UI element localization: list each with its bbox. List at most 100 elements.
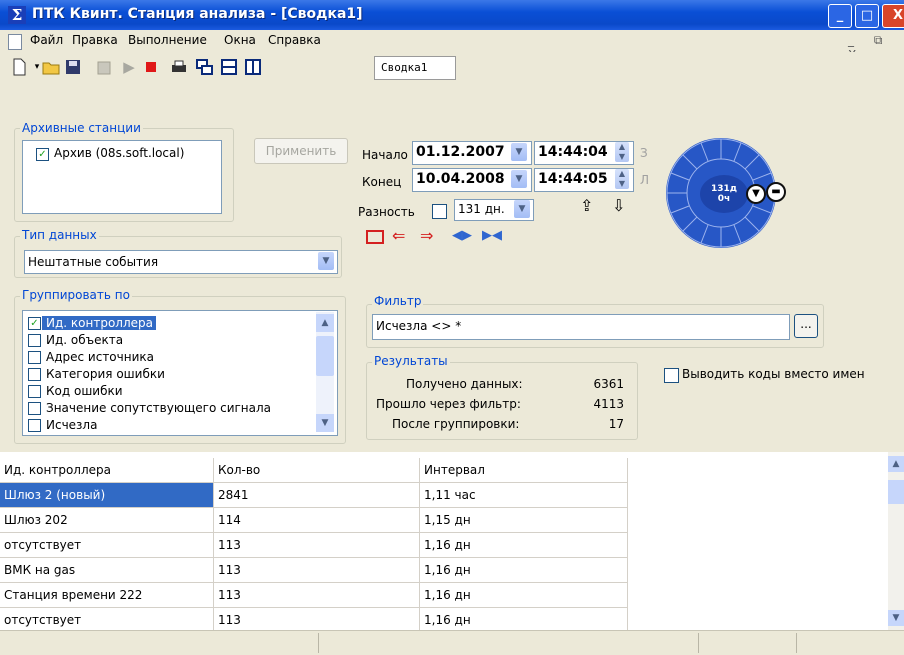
print-icon[interactable] — [170, 58, 188, 76]
table-scroll-thumb[interactable] — [888, 480, 904, 504]
collapse-range-icon[interactable]: ▶◀ — [482, 228, 502, 243]
menu-file[interactable]: Файл — [30, 33, 63, 47]
results-grouped-value: 17 — [608, 417, 624, 431]
menu-run[interactable]: Выполнение — [128, 33, 207, 47]
header-controller[interactable]: Ид. контроллера — [0, 458, 214, 482]
scroll-up-icon[interactable]: ▲ — [316, 314, 334, 332]
codes-option-label[interactable]: Выводить коды вместо имен — [682, 367, 865, 381]
header-interval[interactable]: Интервал — [420, 458, 628, 482]
table-cell[interactable]: 113 — [214, 583, 420, 607]
header-count[interactable]: Кол-во — [214, 458, 420, 482]
expand-range-icon[interactable]: ◀▶ — [452, 228, 472, 243]
table-cell[interactable]: 114 — [214, 508, 420, 532]
shift-right-icon[interactable]: ⇒ — [420, 226, 433, 245]
table-cell[interactable]: Шлюз 2 (новый) — [0, 483, 214, 507]
apply-button[interactable]: Применить — [254, 138, 348, 164]
pin-up-icon[interactable]: ⇪ — [580, 196, 593, 215]
dial-handle-left-icon[interactable]: ▼ — [746, 184, 766, 204]
new-file-icon[interactable] — [10, 58, 28, 76]
status-divider — [318, 633, 319, 653]
diff-dropdown-icon[interactable]: ▼ — [514, 200, 530, 218]
document-tab[interactable]: Сводка1 — [374, 56, 456, 80]
shift-left-icon[interactable]: ⇐ — [392, 226, 405, 245]
group-by-checkbox[interactable] — [28, 334, 41, 347]
group-by-item[interactable]: Адрес источника — [46, 350, 154, 364]
filter-value: Исчезла <> * — [376, 319, 462, 333]
table-cell[interactable]: 1,16 дн — [420, 533, 628, 557]
play-icon[interactable]: ▶ — [120, 58, 138, 76]
group-by-item[interactable]: Значение сопутствующего сигнала — [46, 401, 271, 415]
start-date-dropdown-icon[interactable]: ▼ — [511, 143, 527, 161]
table-scrollbar[interactable] — [888, 452, 904, 630]
range-frame-icon[interactable] — [366, 230, 384, 244]
group-by-checkbox[interactable]: ✓ — [28, 317, 41, 330]
table-cell[interactable]: ВМК на gas — [0, 558, 214, 582]
open-folder-icon[interactable] — [42, 58, 60, 76]
minimize-button[interactable]: _ — [828, 4, 852, 28]
table-cell[interactable]: 1,16 дн — [420, 583, 628, 607]
table-row[interactable]: ВМК на gas 113 1,16 дн — [0, 558, 628, 583]
table-cell[interactable]: 1,11 час — [420, 483, 628, 507]
group-by-checkbox[interactable] — [28, 368, 41, 381]
results-label: Результаты — [372, 354, 450, 368]
group-by-checkbox[interactable] — [28, 385, 41, 398]
group-by-item[interactable]: Код ошибки — [46, 384, 123, 398]
table-row[interactable]: Шлюз 202 114 1,15 дн — [0, 508, 628, 533]
dial-handle-right-icon[interactable]: ▬ — [766, 182, 786, 202]
table-row[interactable]: Станция времени 222 113 1,16 дн — [0, 583, 628, 608]
table-cell[interactable]: отсутствует — [0, 533, 214, 557]
cascade-icon[interactable] — [196, 58, 214, 76]
properties-icon[interactable] — [96, 58, 114, 76]
archive-station-checkbox[interactable]: ✓ — [36, 148, 49, 161]
document-icon[interactable] — [8, 34, 22, 50]
table-cell[interactable]: 1,16 дн — [420, 608, 628, 632]
window-title: ПТК Квинт. Станция анализа - [Сводка1] — [32, 6, 363, 22]
close-button[interactable]: X — [882, 4, 904, 28]
stop-icon[interactable] — [142, 58, 160, 76]
dial-readout: 131д 0ч — [706, 184, 742, 204]
table-cell[interactable]: 1,16 дн — [420, 558, 628, 582]
menu-edit[interactable]: Правка — [72, 33, 118, 47]
app-sigma-icon[interactable]: Σ — [8, 6, 26, 24]
dial-hours: 0ч — [717, 194, 731, 204]
tile-horizontal-icon[interactable] — [220, 58, 238, 76]
group-by-item[interactable]: Исчезла — [46, 418, 97, 432]
menu-help[interactable]: Справка — [268, 33, 321, 47]
start-label: Начало — [362, 148, 408, 162]
group-by-item[interactable]: Ид. контроллера — [46, 316, 153, 330]
table-cell[interactable]: 113 — [214, 558, 420, 582]
pin-down-icon[interactable]: ⇩ — [612, 196, 625, 215]
filter-browse-button[interactable]: ... — [794, 314, 818, 338]
data-type-dropdown-icon[interactable]: ▼ — [318, 252, 334, 270]
table-cell[interactable]: Станция времени 222 — [0, 583, 214, 607]
group-by-scroll-thumb[interactable] — [316, 336, 334, 376]
table-row[interactable]: отсутствует 113 1,16 дн — [0, 533, 628, 558]
maximize-button[interactable]: □ — [855, 4, 879, 28]
save-icon[interactable] — [64, 58, 82, 76]
group-by-item[interactable]: Ид. объекта — [46, 333, 123, 347]
start-time-spinner-icon[interactable]: ▲ ▼ — [615, 142, 629, 162]
table-scroll-down-icon[interactable]: ▼ — [888, 610, 904, 626]
table-cell[interactable]: 2841 — [214, 483, 420, 507]
diff-checkbox[interactable] — [432, 204, 447, 219]
group-by-checkbox[interactable] — [28, 402, 41, 415]
group-by-item[interactable]: Категория ошибки — [46, 367, 165, 381]
table-scroll-up-icon[interactable]: ▲ — [888, 456, 904, 472]
table-cell[interactable]: Шлюз 202 — [0, 508, 214, 532]
codes-checkbox[interactable] — [664, 368, 679, 383]
group-by-checkbox[interactable] — [28, 351, 41, 364]
dial-days: 131д — [710, 184, 738, 194]
group-by-checkbox[interactable] — [28, 419, 41, 432]
status-divider — [796, 633, 797, 653]
table-row[interactable]: Шлюз 2 (новый) 2841 1,11 час — [0, 483, 628, 508]
table-cell[interactable]: 1,15 дн — [420, 508, 628, 532]
end-date-dropdown-icon[interactable]: ▼ — [511, 170, 527, 188]
scroll-down-icon[interactable]: ▼ — [316, 414, 334, 432]
tile-vertical-icon[interactable] — [244, 58, 262, 76]
end-time-spinner-icon[interactable]: ▲ ▼ — [615, 169, 629, 189]
table-cell[interactable]: 113 — [214, 533, 420, 557]
archive-station-name[interactable]: Архив (08s.soft.local) — [54, 146, 184, 160]
menu-windows[interactable]: Окна — [224, 33, 256, 47]
table-cell[interactable]: отсутствует — [0, 608, 214, 632]
table-cell[interactable]: 113 — [214, 608, 420, 632]
